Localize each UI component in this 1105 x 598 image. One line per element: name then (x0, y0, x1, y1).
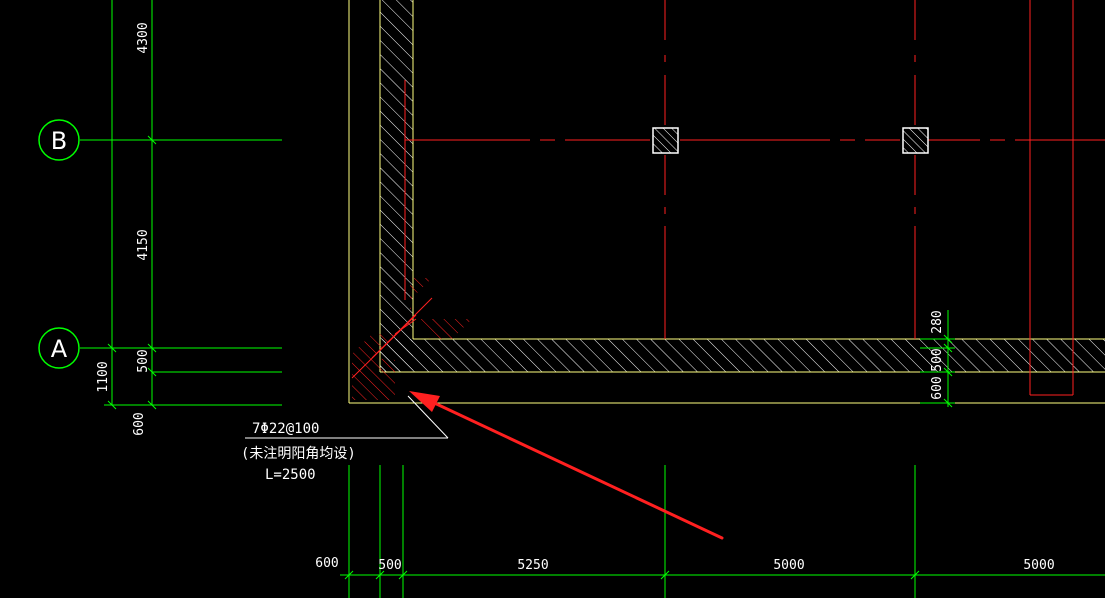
grid-bubble-a[interactable]: A (38, 327, 80, 369)
axis-lines (404, 0, 1105, 396)
rebar-note-spec: 7Φ22@100 (252, 421, 319, 437)
dim-left-4300: 4300 (136, 22, 151, 53)
dim-bottom-600: 600 (315, 556, 338, 571)
rebar-note[interactable]: 7Φ22@100 (未注明阳角均设) L=2500 (241, 421, 356, 483)
rebar-note-length: L=2500 (265, 467, 316, 483)
column-2[interactable] (902, 127, 929, 154)
dim-left-4150: 4150 (136, 229, 151, 260)
wall-vertical (379, 0, 414, 372)
dim-left-600: 600 (132, 412, 147, 435)
dim-bottom-5000-a: 5000 (773, 558, 804, 573)
column-1[interactable] (652, 127, 679, 154)
bottom-dimension-chain (340, 465, 1105, 598)
dim-right-600: 600 (930, 376, 945, 399)
dim-left-500: 500 (136, 349, 151, 372)
rebar-note-remark: (未注明阳角均设) (241, 446, 356, 462)
dim-bottom-5250: 5250 (517, 558, 548, 573)
wall-horizontal (380, 338, 1105, 373)
left-dimension-chain (80, 0, 282, 410)
dim-left-1100: 1100 (96, 361, 111, 392)
dim-bottom-500: 500 (378, 558, 401, 573)
grid-label-b: B (51, 127, 67, 155)
cad-drawing-canvas[interactable]: 4300 4150 500 1100 600 B A 280 500 600 6… (0, 0, 1105, 598)
grid-bubble-b[interactable]: B (38, 119, 80, 161)
dim-bottom-5000-b: 5000 (1023, 558, 1054, 573)
red-arrow-icon (409, 391, 724, 540)
dim-right-280: 280 (930, 310, 945, 333)
grid-label-a: A (51, 335, 68, 363)
dim-right-500: 500 (930, 348, 945, 371)
